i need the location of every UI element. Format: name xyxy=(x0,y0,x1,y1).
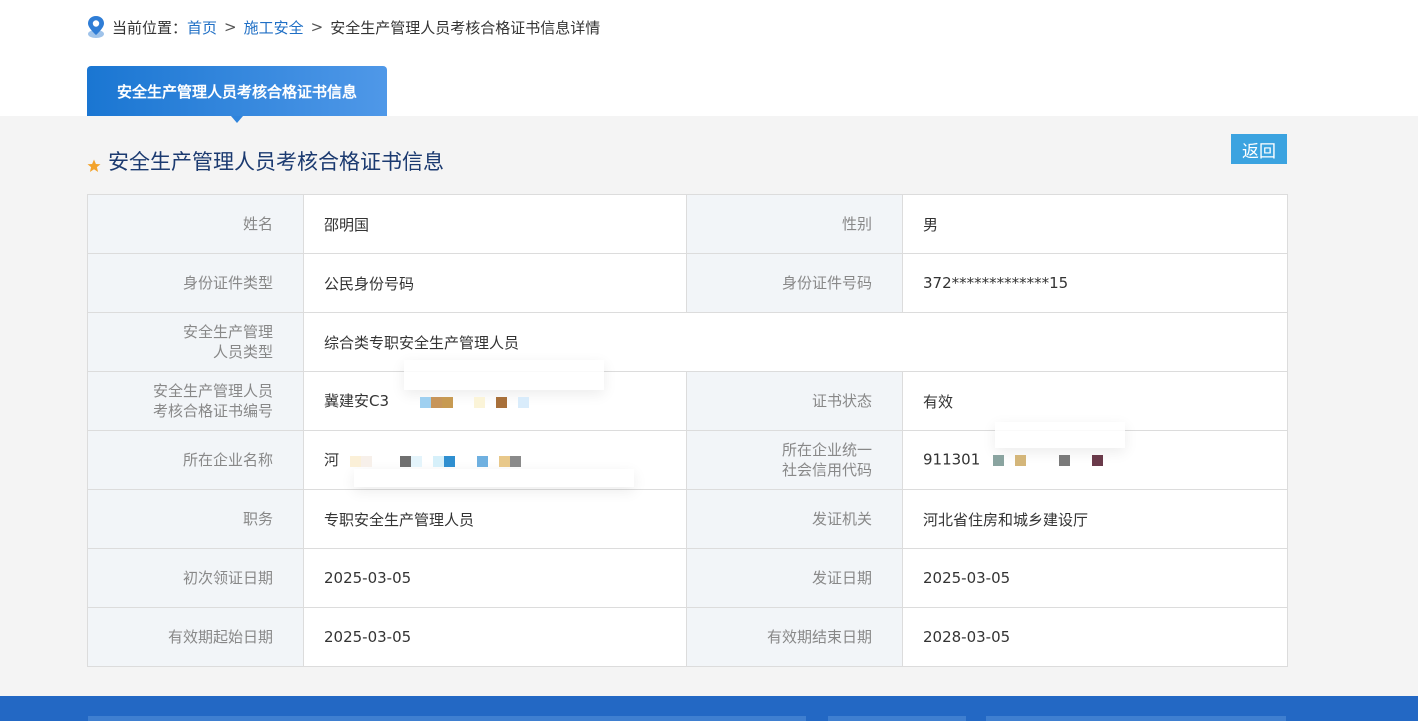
position-label: 职务 xyxy=(87,489,304,549)
section-title-text: 安全生产管理人员考核合格证书信息 xyxy=(108,150,444,174)
breadcrumb-separator: > xyxy=(224,18,237,36)
company-name-label: 所在企业名称 xyxy=(87,430,304,490)
table-row: 身份证件类型 公民身份号码 身份证件号码 372*************15 xyxy=(87,253,1288,313)
back-button[interactable]: 返回 xyxy=(1231,134,1287,164)
issuer-label: 发证机关 xyxy=(686,489,903,549)
id-number-value: 372*************15 xyxy=(902,253,1288,313)
table-row: 初次领证日期 2025-03-05 发证日期 2025-03-05 xyxy=(87,548,1288,608)
name-label: 姓名 xyxy=(87,194,304,254)
footer-strip xyxy=(986,716,1286,721)
cert-number-label-line2: 考核合格证书编号 xyxy=(152,402,273,420)
gender-value: 男 xyxy=(902,194,1288,254)
breadcrumb-separator: > xyxy=(310,18,324,36)
tab-pointer-arrow xyxy=(231,116,243,123)
staff-type-label-line1: 安全生产管理 xyxy=(182,323,273,341)
cert-number-cell: 冀建安C3 xyxy=(303,359,687,431)
staff-type-label-line2: 人员类型 xyxy=(212,343,273,361)
section-title: 安全生产管理人员考核合格证书信息 xyxy=(87,146,444,176)
footer-strip xyxy=(828,716,966,721)
redaction-mosaic xyxy=(985,422,1126,470)
redaction-mosaic xyxy=(394,359,604,412)
breadcrumb-section-link[interactable]: 施工安全 xyxy=(244,17,304,38)
valid-from-label: 有效期起始日期 xyxy=(87,607,304,667)
issuer-value: 河北省住房和城乡建设厅 xyxy=(902,489,1288,549)
cert-number-value: 冀建安C3 xyxy=(324,392,390,411)
credit-code-cell: 911301 xyxy=(902,422,1288,490)
breadcrumb: 当前位置： 首页 > 施工安全 > 安全生产管理人员考核合格证书信息详情 xyxy=(86,14,600,40)
credit-code-value: 911301 xyxy=(923,450,981,469)
name-value: 邵明国 xyxy=(303,194,687,254)
gender-label: 性别 xyxy=(686,194,903,254)
id-number-label: 身份证件号码 xyxy=(686,253,903,313)
first-issue-date-label: 初次领证日期 xyxy=(87,548,304,608)
breadcrumb-prefix: 当前位置： xyxy=(112,18,188,37)
issue-date-value: 2025-03-05 xyxy=(902,548,1288,608)
cert-status-label: 证书状态 xyxy=(686,371,903,431)
cert-number-label: 安全生产管理人员 考核合格证书编号 xyxy=(87,371,304,431)
credit-code-label-line1: 所在企业统一 xyxy=(781,441,872,459)
valid-to-value: 2028-03-05 xyxy=(902,607,1288,667)
staff-type-label: 安全生产管理 人员类型 xyxy=(87,312,304,372)
credit-code-label: 所在企业统一 社会信用代码 xyxy=(686,430,903,490)
id-type-label: 身份证件类型 xyxy=(87,253,304,313)
redaction-mosaic xyxy=(344,451,634,487)
table-row: 职务 专职安全生产管理人员 发证机关 河北省住房和城乡建设厅 xyxy=(87,489,1288,549)
breadcrumb-home-link[interactable]: 首页 xyxy=(187,17,217,38)
table-row: 安全生产管理 人员类型 综合类专职安全生产管理人员 xyxy=(87,312,1288,372)
cert-number-label-line1: 安全生产管理人员 xyxy=(152,382,273,400)
table-row: 有效期起始日期 2025-03-05 有效期结束日期 2028-03-05 xyxy=(87,607,1288,667)
valid-from-value: 2025-03-05 xyxy=(303,607,687,667)
company-name-value: 河 xyxy=(324,451,340,470)
table-row: 姓名 邵明国 性别 男 xyxy=(87,194,1288,254)
table-row: 所在企业名称 河 所在企业统一 社会信用代码 911301 xyxy=(87,422,1288,490)
star-icon xyxy=(87,154,101,172)
location-pin-icon xyxy=(86,15,106,39)
valid-to-label: 有效期结束日期 xyxy=(686,607,903,667)
issue-date-label: 发证日期 xyxy=(686,548,903,608)
breadcrumb-current: 安全生产管理人员考核合格证书信息详情 xyxy=(330,18,601,37)
first-issue-date-value: 2025-03-05 xyxy=(303,548,687,608)
id-type-value: 公民身份号码 xyxy=(303,253,687,313)
position-value: 专职安全生产管理人员 xyxy=(303,489,687,549)
credit-code-label-line2: 社会信用代码 xyxy=(781,461,872,479)
tab-certificate-info[interactable]: 安全生产管理人员考核合格证书信息 xyxy=(87,66,387,116)
footer-strip xyxy=(88,716,806,721)
company-name-cell: 河 xyxy=(303,430,687,490)
certificate-info-table: 姓名 邵明国 性别 男 身份证件类型 公民身份号码 身份证件号码 372****… xyxy=(87,194,1288,667)
